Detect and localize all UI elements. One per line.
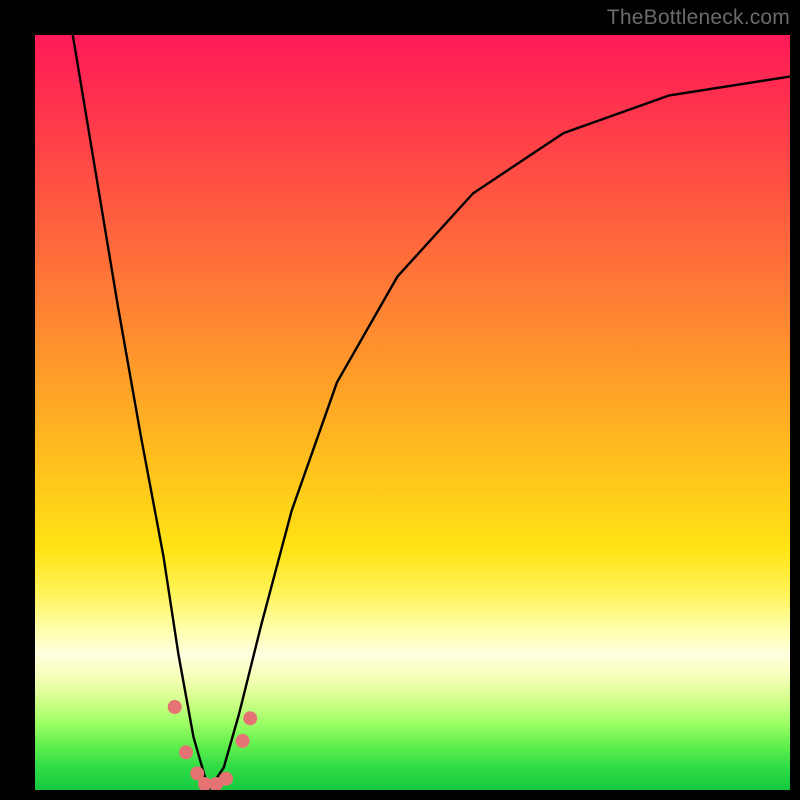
curve-marker xyxy=(168,700,182,714)
bottleneck-curve xyxy=(73,35,790,790)
plot-area xyxy=(35,35,790,790)
watermark-text: TheBottleneck.com xyxy=(607,6,790,30)
bottleneck-curve-svg xyxy=(35,35,790,790)
curve-marker xyxy=(243,711,257,725)
curve-marker xyxy=(219,772,233,786)
curve-marker xyxy=(236,734,250,748)
curve-marker xyxy=(179,745,193,759)
chart-frame: TheBottleneck.com xyxy=(0,0,800,800)
